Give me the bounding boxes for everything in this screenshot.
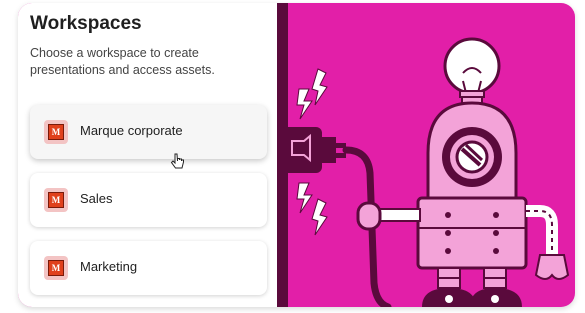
robot-head — [426, 101, 518, 200]
robot-illustration — [280, 37, 570, 307]
robot-arm-right — [526, 205, 570, 280]
plug-icon — [280, 127, 346, 173]
workspaces-window: Workspaces Choose a workspace to create … — [18, 3, 575, 307]
robot-body — [416, 196, 528, 270]
robot-legs — [422, 267, 522, 307]
robot-arm-left — [356, 201, 421, 231]
lightbulb-icon — [443, 37, 501, 104]
